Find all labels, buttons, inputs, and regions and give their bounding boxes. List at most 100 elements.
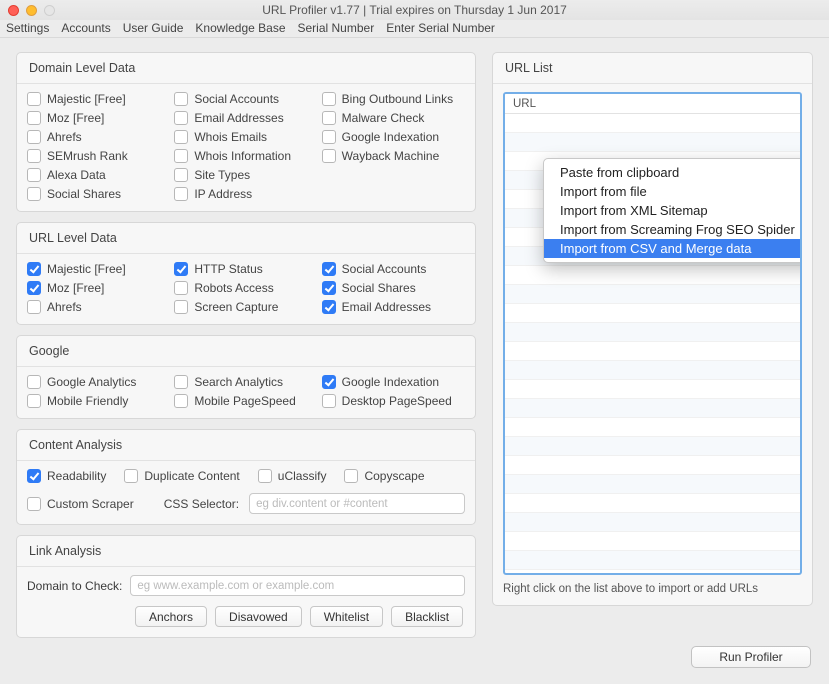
panel-title: Content Analysis (17, 436, 475, 461)
context-import-from-file[interactable]: Import from file (544, 182, 802, 201)
panel-domain-level: Domain Level Data Majestic [Free] Social … (16, 52, 476, 212)
checkbox-content-copyscape[interactable]: Copyscape (344, 469, 424, 483)
checkbox-google-desktop-pagespeed[interactable]: Desktop PageSpeed (322, 394, 465, 408)
link-anchors-button[interactable]: Anchors (135, 606, 207, 627)
checkbox-content-readability[interactable]: Readability (27, 469, 106, 483)
url-list-row[interactable] (505, 304, 800, 323)
menu-user-guide[interactable]: User Guide (123, 21, 184, 35)
menu-serial-number[interactable]: Serial Number (298, 21, 375, 35)
menu-settings[interactable]: Settings (6, 21, 49, 35)
url-list-row[interactable] (505, 551, 800, 570)
url-list-column-header[interactable]: URL (505, 94, 800, 114)
window-titlebar: URL Profiler v1.77 | Trial expires on Th… (0, 0, 829, 20)
link-whitelist-button[interactable]: Whitelist (310, 606, 383, 627)
checkbox-google-mobile-friendly[interactable]: Mobile Friendly (27, 394, 170, 408)
checkbox-domain-malware-check[interactable]: Malware Check (322, 111, 465, 125)
checkbox-google-google-analytics[interactable]: Google Analytics (27, 375, 170, 389)
checkbox-domain-majestic-free-[interactable]: Majestic [Free] (27, 92, 170, 106)
checkbox-url-screen-capture[interactable]: Screen Capture (174, 300, 317, 314)
domain-to-check-label: Domain to Check: (27, 579, 122, 593)
css-selector-input[interactable] (249, 493, 465, 514)
checkbox-domain-moz-free-[interactable]: Moz [Free] (27, 111, 170, 125)
panel-title: Domain Level Data (17, 59, 475, 84)
checkbox-url-robots-access[interactable]: Robots Access (174, 281, 317, 295)
checkbox-label: Wayback Machine (342, 149, 440, 163)
checkbox-custom-scraper[interactable]: Custom Scraper (27, 497, 134, 511)
context-import-from-csv-and-merge-data[interactable]: Import from CSV and Merge data (544, 239, 802, 258)
url-list-row[interactable] (505, 361, 800, 380)
url-list-row[interactable] (505, 532, 800, 551)
checkbox-domain-ip-address[interactable]: IP Address (174, 187, 317, 201)
panel-content-analysis: Content Analysis Readability Duplicate Co… (16, 429, 476, 525)
checkbox-url-http-status[interactable]: HTTP Status (174, 262, 317, 276)
url-list-row[interactable] (505, 513, 800, 532)
checkbox-url-social-accounts[interactable]: Social Accounts (322, 262, 465, 276)
checkbox-url-majestic-free-[interactable]: Majestic [Free] (27, 262, 170, 276)
checkbox-content-uclassify[interactable]: uClassify (258, 469, 327, 483)
link-blacklist-button[interactable]: Blacklist (391, 606, 463, 627)
checkbox-label: Alexa Data (47, 168, 106, 182)
domain-to-check-input[interactable] (130, 575, 465, 596)
checkbox-domain-social-shares[interactable]: Social Shares (27, 187, 170, 201)
checkbox-domain-alexa-data[interactable]: Alexa Data (27, 168, 170, 182)
url-list-row[interactable] (505, 380, 800, 399)
checkbox-label: Custom Scraper (47, 497, 134, 511)
checkbox-domain-whois-information[interactable]: Whois Information (174, 149, 317, 163)
url-list-row[interactable] (505, 285, 800, 304)
url-list-row[interactable] (505, 418, 800, 437)
checkbox-google-google-indexation[interactable]: Google Indexation (322, 375, 465, 389)
panel-link-analysis: Link Analysis Domain to Check: Anchors Di… (16, 535, 476, 638)
url-list-row[interactable] (505, 570, 800, 575)
checkbox-label: Site Types (194, 168, 250, 182)
url-list-hint: Right click on the list above to import … (503, 575, 802, 595)
checkbox-url-moz-free-[interactable]: Moz [Free] (27, 281, 170, 295)
checkbox-domain-email-addresses[interactable]: Email Addresses (174, 111, 317, 125)
url-list-row[interactable] (505, 133, 800, 152)
url-list-row[interactable] (505, 475, 800, 494)
url-list-row[interactable] (505, 266, 800, 285)
context-import-from-xml-sitemap[interactable]: Import from XML Sitemap (544, 201, 802, 220)
checkbox-label: uClassify (278, 469, 327, 483)
url-list-row[interactable] (505, 114, 800, 133)
checkbox-label: Duplicate Content (144, 469, 239, 483)
checkbox-domain-whois-emails[interactable]: Whois Emails (174, 130, 317, 144)
checkbox-domain-semrush-rank[interactable]: SEMrush Rank (27, 149, 170, 163)
url-list-grid[interactable]: URL Paste from clipboardImport from file… (503, 92, 802, 575)
menu-knowledge-base[interactable]: Knowledge Base (195, 21, 285, 35)
context-paste-from-clipboard[interactable]: Paste from clipboard (544, 163, 802, 182)
checkbox-google-mobile-pagespeed[interactable]: Mobile PageSpeed (174, 394, 317, 408)
checkbox-domain-bing-outbound-links[interactable]: Bing Outbound Links (322, 92, 465, 106)
checkbox-label: Google Analytics (47, 375, 136, 389)
checkbox-label: HTTP Status (194, 262, 262, 276)
checkbox-domain-social-accounts[interactable]: Social Accounts (174, 92, 317, 106)
context-import-from-screaming-frog-seo-spider[interactable]: Import from Screaming Frog SEO Spider (544, 220, 802, 239)
checkbox-domain-ahrefs[interactable]: Ahrefs (27, 130, 170, 144)
checkbox-label: Moz [Free] (47, 111, 104, 125)
checkbox-url-ahrefs[interactable]: Ahrefs (27, 300, 170, 314)
url-list-row[interactable] (505, 456, 800, 475)
checkbox-content-duplicate-content[interactable]: Duplicate Content (124, 469, 239, 483)
url-list-row[interactable] (505, 494, 800, 513)
checkbox-label: Whois Information (194, 149, 291, 163)
menu-accounts[interactable]: Accounts (61, 21, 110, 35)
checkbox-google-search-analytics[interactable]: Search Analytics (174, 375, 317, 389)
url-list-row[interactable] (505, 323, 800, 342)
context-menu: Paste from clipboardImport from fileImpo… (543, 158, 802, 263)
checkbox-label: Robots Access (194, 281, 273, 295)
checkbox-domain-site-types[interactable]: Site Types (174, 168, 317, 182)
checkbox-label: Screen Capture (194, 300, 278, 314)
checkbox-domain-google-indexation[interactable]: Google Indexation (322, 130, 465, 144)
checkbox-label: Moz [Free] (47, 281, 104, 295)
checkbox-url-email-addresses[interactable]: Email Addresses (322, 300, 465, 314)
link-disavowed-button[interactable]: Disavowed (215, 606, 302, 627)
url-list-row[interactable] (505, 437, 800, 456)
checkbox-label: Google Indexation (342, 375, 439, 389)
run-profiler-button[interactable]: Run Profiler (691, 646, 811, 668)
url-list-row[interactable] (505, 342, 800, 361)
checkbox-url-social-shares[interactable]: Social Shares (322, 281, 465, 295)
panel-title: Link Analysis (17, 542, 475, 567)
url-list-row[interactable] (505, 399, 800, 418)
menu-enter-serial-number[interactable]: Enter Serial Number (386, 21, 495, 35)
checkbox-domain-wayback-machine[interactable]: Wayback Machine (322, 149, 465, 163)
window-title: URL Profiler v1.77 | Trial expires on Th… (0, 3, 829, 17)
